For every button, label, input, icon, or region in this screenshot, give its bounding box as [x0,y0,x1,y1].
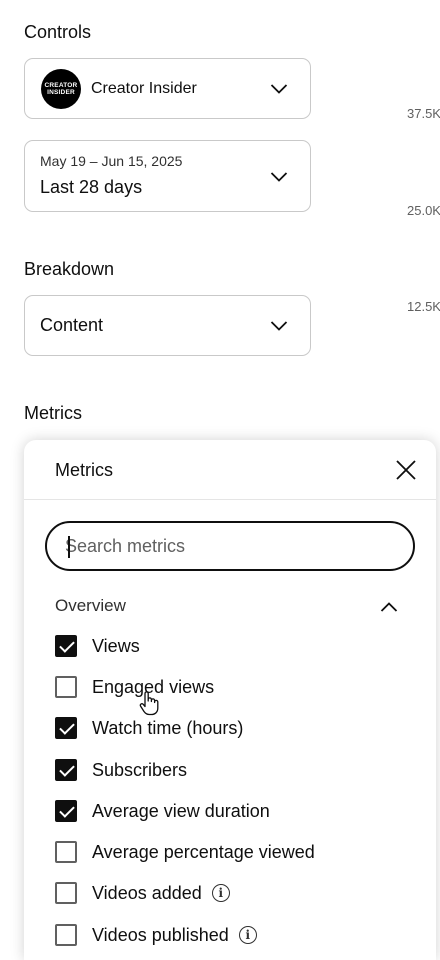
date-range-text: May 19 – Jun 15, 2025 [40,153,183,169]
metric-option-label: Watch time (hours) [92,717,244,738]
channel-name: Creator Insider [91,80,197,97]
close-icon[interactable] [396,460,416,480]
checkbox[interactable] [55,800,77,822]
chevron-down-icon [270,320,288,332]
channel-select[interactable]: CREATOR INSIDER Creator Insider [24,58,311,119]
chart-axis-label: 25.0K [407,203,440,218]
metric-option-label: Engaged views [92,676,215,697]
metric-option-videos-published[interactable]: Videos published i [55,920,425,950]
metric-option-views[interactable]: Views [55,631,425,661]
checkbox[interactable] [55,882,77,904]
info-icon[interactable]: i [238,926,257,944]
checkbox[interactable] [55,676,77,698]
metric-option-average-percentage-viewed[interactable]: Average percentage viewed [55,837,425,867]
checkbox[interactable] [55,635,77,657]
channel-logo: CREATOR INSIDER [41,69,81,109]
breakdown-select[interactable]: Content [24,295,311,356]
metric-group-overview[interactable]: Overview [55,596,126,616]
chevron-down-icon [270,83,288,95]
metric-option-label: Average percentage viewed [92,841,315,862]
text-cursor [68,536,70,558]
logo-text-line-1: CREATOR [44,82,78,89]
metric-option-label: Videos added [92,882,202,903]
chart-axis-label: 12.5K [407,299,440,314]
metrics-section-title: Metrics [24,403,82,423]
metric-option-label: Videos published [92,924,229,945]
metric-option-average-view-duration[interactable]: Average view duration [55,796,425,826]
info-icon[interactable]: i [211,884,230,902]
checkbox[interactable] [55,841,77,863]
metric-option-label: Views [92,635,140,656]
checkbox[interactable] [55,759,77,781]
breakdown-value: Content [40,315,104,335]
logo-text-line-2: INSIDER [47,89,75,96]
controls-title: Controls [24,22,92,42]
metric-option-watch-time[interactable]: Watch time (hours) [55,713,425,743]
date-range-select[interactable]: May 19 – Jun 15, 2025 Last 28 days [24,140,311,212]
metrics-panel-title: Metrics [55,460,113,480]
metrics-panel-header: Metrics [24,440,436,500]
metric-option-engaged-views[interactable]: Engaged views [55,672,425,702]
metric-option-label: Average view duration [92,800,270,821]
checkbox[interactable] [55,924,77,946]
metric-option-subscribers[interactable]: Subscribers [55,755,425,785]
date-range-label: Last 28 days [40,177,143,197]
metrics-panel: Metrics Overview Views Engaged views Wat… [24,440,436,960]
search-metrics-input[interactable] [65,534,385,558]
search-metrics-field[interactable] [45,521,415,571]
metric-option-videos-added[interactable]: Videos added i [55,878,425,908]
chart-axis-label: 37.5K [407,106,440,121]
chevron-down-icon [270,171,288,183]
breakdown-title: Breakdown [24,259,115,279]
metric-option-label: Subscribers [92,759,188,780]
chevron-up-icon[interactable] [380,600,398,612]
checkbox[interactable] [55,717,77,739]
